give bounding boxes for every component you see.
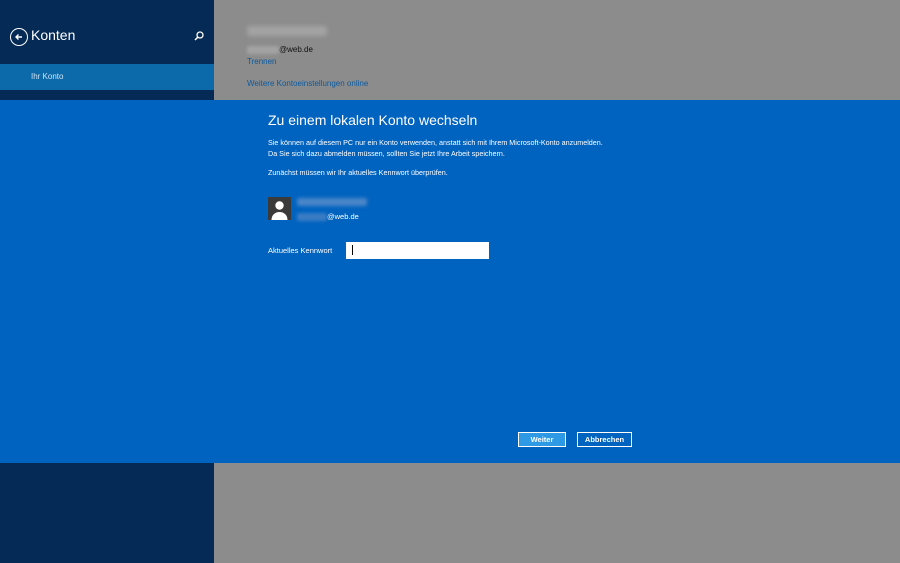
dialog-description: Sie können auf diesem PC nur ein Konto v… [268, 138, 603, 158]
text-cursor [352, 245, 353, 255]
redacted-user-name [297, 198, 367, 206]
password-input[interactable] [346, 242, 489, 259]
back-arrow-icon [15, 34, 22, 40]
account-email: @web.de [247, 45, 313, 54]
sidebar-item-label: Ihr Konto [31, 72, 64, 81]
user-email: @web.de [297, 212, 359, 222]
switch-local-account-dialog: Zu einem lokalen Konto wechseln Sie könn… [0, 100, 900, 463]
dialog-title: Zu einem lokalen Konto wechseln [268, 112, 478, 128]
cancel-button[interactable]: Abbrechen [577, 432, 632, 447]
redacted-email-prefix [247, 45, 279, 54]
verify-text: Zunächst müssen wir Ihr aktuelles Kennwo… [268, 168, 448, 177]
password-label: Aktuelles Kennwort [268, 246, 333, 255]
user-silhouette-icon [268, 197, 291, 220]
sidebar-item-your-account[interactable]: Ihr Konto [0, 64, 214, 90]
user-avatar [268, 197, 291, 220]
back-button[interactable] [10, 28, 28, 46]
redacted-account-name [247, 26, 327, 36]
redacted-email-prefix [297, 213, 327, 222]
search-icon[interactable] [193, 30, 205, 42]
disconnect-link[interactable]: Trennen [247, 57, 277, 66]
online-settings-link[interactable]: Weitere Kontoeinstellungen online [247, 79, 368, 88]
next-button[interactable]: Weiter [518, 432, 566, 447]
sidebar-title: Konten [31, 27, 76, 43]
